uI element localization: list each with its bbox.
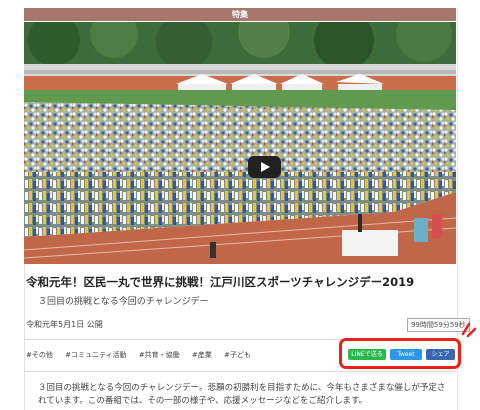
divider bbox=[24, 371, 456, 372]
publish-date: 令和元年5月1日 公開 bbox=[26, 320, 103, 329]
twitter-share-button[interactable]: Tweet bbox=[390, 349, 422, 360]
facebook-share-button[interactable]: シェア bbox=[426, 349, 455, 360]
line-share-button[interactable]: LINEで送る bbox=[348, 349, 386, 360]
video-player[interactable] bbox=[24, 22, 456, 264]
tag-list: #その他 #コミュニティ活動 #共育・協働 #産業 #子ども bbox=[26, 350, 261, 360]
video-thumbnail bbox=[24, 22, 456, 264]
play-button[interactable] bbox=[248, 156, 281, 178]
article-title: 令和元年！区民一丸で世界に挑戦！江戸川区スポーツチャレンジデー2019 bbox=[26, 275, 415, 289]
article-description: ３回目の挑戦となる今回のチャレンジデー。悲願の初勝利を目指すために、今年もさまざ… bbox=[38, 383, 446, 406]
tag[interactable]: #共育・協働 bbox=[139, 351, 180, 359]
tag[interactable]: #コミュニティ活動 bbox=[65, 351, 126, 359]
section-header: 特集 bbox=[24, 8, 456, 21]
emphasis-marks-icon bbox=[461, 322, 477, 338]
tag[interactable]: #産業 bbox=[192, 351, 212, 359]
tag[interactable]: #子ども bbox=[224, 351, 251, 359]
tag[interactable]: #その他 bbox=[26, 351, 53, 359]
article-subtitle: ３回目の挑戦となる今回のチャレンジデー bbox=[38, 297, 209, 307]
